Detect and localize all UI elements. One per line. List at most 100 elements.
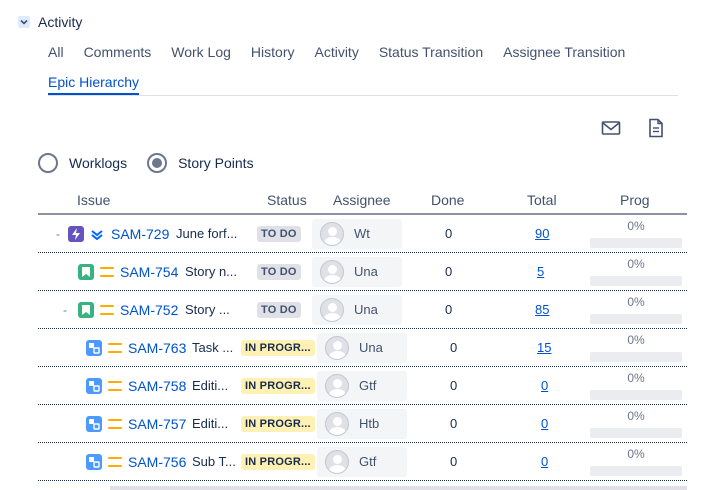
assignee-cell[interactable]: Una bbox=[317, 329, 407, 366]
assignee-cell[interactable]: Una bbox=[312, 291, 402, 328]
radio-story-points-circle[interactable] bbox=[147, 153, 168, 173]
status-badge: IN PROGR... bbox=[241, 377, 315, 394]
issue-key-link[interactable]: SAM-729 bbox=[111, 215, 169, 252]
tab-all[interactable]: All bbox=[48, 44, 64, 60]
story-type-icon bbox=[78, 253, 94, 290]
radio-worklogs-label: Worklogs bbox=[69, 155, 128, 171]
table-row: SAM-763 Task ... IN PROGR... Una 0 15 0% bbox=[38, 329, 687, 367]
assignee-cell[interactable]: Htb bbox=[317, 405, 407, 442]
status-cell: IN PROGR... bbox=[241, 367, 315, 404]
status-cell: IN PROGR... bbox=[241, 443, 315, 480]
document-icon[interactable] bbox=[646, 118, 666, 138]
subtask-type-icon bbox=[86, 367, 102, 404]
tab-work-log[interactable]: Work Log bbox=[171, 44, 231, 60]
issue-summary: Sub T... bbox=[192, 454, 236, 469]
tab-assignee-transition[interactable]: Assignee Transition bbox=[503, 44, 625, 60]
done-value: 0 bbox=[445, 226, 453, 241]
total-value-link[interactable]: 0 bbox=[541, 443, 548, 480]
radio-worklogs-circle[interactable] bbox=[38, 153, 58, 173]
avatar bbox=[325, 449, 349, 474]
issue-key-link[interactable]: SAM-754 bbox=[120, 253, 178, 290]
progress-percent: 0% bbox=[627, 333, 645, 347]
activity-title: Activity bbox=[38, 14, 83, 30]
progress-cell: 0% bbox=[590, 329, 682, 366]
tab-activity[interactable]: Activity bbox=[314, 44, 358, 60]
subtask-type-icon bbox=[86, 329, 102, 366]
header-assignee: Assignee bbox=[333, 192, 391, 208]
issue-summary: Editi... bbox=[192, 416, 229, 431]
measure-radio-group: Worklogs Story Points bbox=[38, 153, 274, 173]
done-value: 0 bbox=[445, 264, 453, 279]
status-cell: TO DO bbox=[257, 215, 301, 252]
collapse-row-button[interactable]: - bbox=[63, 291, 67, 328]
assignee-cell[interactable]: Gtf bbox=[317, 443, 407, 480]
assignee-name: Gtf bbox=[359, 378, 377, 393]
total-value-link[interactable]: 85 bbox=[535, 291, 549, 328]
issue-key-link[interactable]: SAM-763 bbox=[128, 329, 186, 366]
issue-key-link[interactable]: SAM-757 bbox=[128, 405, 186, 442]
radio-worklogs[interactable]: Worklogs bbox=[38, 153, 127, 173]
table-row: - SAM-752 Story ... TO DO Una 0 85 0% bbox=[38, 291, 687, 329]
status-badge: TO DO bbox=[257, 225, 301, 242]
assignee-box[interactable]: Gtf bbox=[317, 446, 407, 477]
tab-history[interactable]: History bbox=[251, 44, 295, 60]
activity-header[interactable]: Activity bbox=[18, 12, 82, 32]
header-issue: Issue bbox=[77, 192, 111, 208]
status-badge: IN PROGR... bbox=[241, 415, 315, 432]
assignee-cell[interactable]: Una bbox=[312, 253, 402, 290]
envelope-icon[interactable] bbox=[601, 118, 621, 138]
horizontal-scrollbar[interactable] bbox=[110, 486, 687, 490]
progress-percent: 0% bbox=[627, 371, 645, 385]
assignee-box[interactable]: Una bbox=[312, 294, 402, 325]
radio-story-points[interactable]: Story Points bbox=[147, 153, 254, 173]
assignee-cell[interactable]: Wt bbox=[312, 215, 402, 252]
issue-summary: Story ... bbox=[185, 302, 230, 317]
table-row: SAM-754 Story n... TO DO Una 0 5 0% bbox=[38, 253, 687, 291]
progress-bar bbox=[590, 352, 682, 362]
tab-comments[interactable]: Comments bbox=[84, 44, 152, 60]
issue-key-link[interactable]: SAM-758 bbox=[128, 367, 186, 404]
header-done: Done bbox=[431, 192, 465, 208]
progress-bar bbox=[590, 314, 682, 324]
activity-tabs: All Comments Work Log History Activity S… bbox=[48, 42, 678, 96]
progress-cell: 0% bbox=[590, 367, 682, 404]
status-cell: IN PROGR... bbox=[241, 405, 315, 442]
radio-story-points-label: Story Points bbox=[178, 155, 254, 171]
assignee-box[interactable]: Gtf bbox=[317, 370, 407, 401]
assignee-cell[interactable]: Gtf bbox=[317, 367, 407, 404]
issue-key-link[interactable]: SAM-756 bbox=[128, 443, 186, 480]
subtask-type-icon bbox=[86, 443, 102, 480]
assignee-box[interactable]: Wt bbox=[312, 218, 402, 249]
progress-bar bbox=[590, 238, 682, 248]
chevron-down-icon[interactable] bbox=[18, 16, 30, 28]
progress-cell: 0% bbox=[590, 215, 682, 252]
progress-bar bbox=[590, 276, 682, 286]
assignee-box[interactable]: Una bbox=[317, 332, 407, 363]
total-value-link[interactable]: 0 bbox=[541, 367, 548, 404]
tab-status-transition[interactable]: Status Transition bbox=[379, 44, 483, 60]
total-value-link[interactable]: 90 bbox=[535, 215, 549, 252]
priority-medium-icon bbox=[108, 443, 122, 480]
status-cell: TO DO bbox=[257, 253, 301, 290]
status-badge: IN PROGR... bbox=[241, 339, 315, 356]
collapse-row-button[interactable]: - bbox=[56, 215, 60, 252]
assignee-box[interactable]: Una bbox=[312, 256, 402, 287]
priority-medium-icon bbox=[108, 367, 122, 404]
total-value-link[interactable]: 5 bbox=[537, 253, 544, 290]
assignee-name: Gtf bbox=[359, 454, 377, 469]
avatar bbox=[325, 373, 349, 398]
header-total: Total bbox=[527, 192, 557, 208]
assignee-name: Htb bbox=[359, 416, 380, 431]
priority-medium-icon bbox=[108, 405, 122, 442]
progress-percent: 0% bbox=[627, 295, 645, 309]
progress-bar bbox=[590, 466, 682, 476]
total-value-link[interactable]: 0 bbox=[541, 405, 548, 442]
issue-key-link[interactable]: SAM-752 bbox=[120, 291, 178, 328]
total-value-link[interactable]: 15 bbox=[537, 329, 551, 366]
progress-percent: 0% bbox=[627, 447, 645, 461]
assignee-box[interactable]: Htb bbox=[317, 408, 407, 439]
issue-summary: Task ... bbox=[192, 340, 234, 355]
avatar bbox=[320, 259, 344, 284]
issue-summary: Story n... bbox=[185, 264, 238, 279]
tab-epic-hierarchy[interactable]: Epic Hierarchy bbox=[48, 74, 139, 90]
